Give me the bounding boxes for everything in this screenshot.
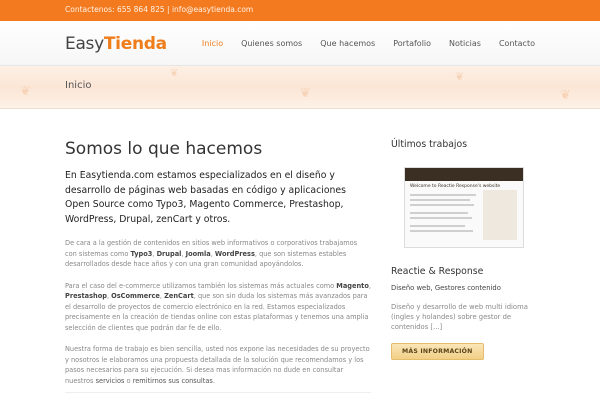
banner-title: Inicio [65, 80, 92, 91]
divider [65, 392, 371, 393]
work-title[interactable]: Reactie & Response [391, 266, 536, 277]
header: EasyTienda Inicio Quienes somos Que hace… [0, 21, 600, 66]
butterfly-icon: ❦ [300, 86, 311, 101]
butterfly-icon: ❦ [170, 68, 179, 79]
thumbnail-text: Welcome to Reactie Response's website [410, 184, 501, 189]
top-bar: Contactenos: 655 864 825 | info@easytien… [0, 0, 600, 21]
nav-item-inicio[interactable]: Inicio [202, 39, 223, 48]
content-column: Somos lo que hacemos En Easytienda.com e… [65, 139, 371, 386]
workflow-paragraph: Nuestra forma de trabajo es bien sencill… [65, 345, 370, 385]
page-banner: ❦ ❦ ❦ ❦ ❦ Inicio [0, 66, 600, 109]
nav-item-quienes-somos[interactable]: Quienes somos [241, 39, 302, 48]
butterfly-icon: ❦ [455, 70, 465, 83]
sidebar-title: Últimos trabajos [391, 139, 468, 150]
nav-item-contacto[interactable]: Contacto [499, 39, 535, 48]
nav-item-que-hacemos[interactable]: Que hacemos [320, 39, 375, 48]
contact-info: Contactenos: 655 864 825 | info@easytien… [65, 5, 254, 14]
logo-part-tienda: Tienda [103, 34, 167, 54]
nav-item-noticias[interactable]: Noticias [449, 39, 481, 48]
main-nav: Inicio Quienes somos Que hacemos Portafo… [184, 39, 535, 48]
work-thumbnail[interactable]: Welcome to Reactie Response's website [404, 167, 524, 248]
more-info-button[interactable]: MÁS INFORMACIÓN [391, 343, 484, 360]
work-description: Diseño y desarrollo de web multi idioma … [391, 303, 528, 331]
butterfly-icon: ❦ [560, 88, 571, 103]
site-logo[interactable]: EasyTienda [65, 34, 167, 54]
thumbnail-header [405, 168, 523, 181]
sidebar: Últimos trabajos Welcome to Reactie Resp… [391, 139, 536, 360]
consultas-link[interactable]: remitirnos sus consultas [133, 377, 213, 385]
nav-item-portafolio[interactable]: Portafolio [393, 39, 431, 48]
thumbnail-sidebar [483, 190, 517, 240]
butterfly-icon: ❦ [20, 84, 31, 99]
ecommerce-paragraph: Para el caso del e-commerce utilizamos t… [65, 281, 371, 332]
servicios-link[interactable]: servicios [96, 377, 125, 385]
work-category: Diseño web, Gestores contenido [391, 284, 501, 292]
logo-part-easy: Easy [65, 34, 104, 54]
page-title: Somos lo que hacemos [65, 139, 263, 159]
cms-paragraph: De cara a la gestión de contenidos en si… [65, 239, 358, 268]
lead-paragraph: En Easytienda.com estamos especializados… [65, 170, 346, 225]
main-area: Somos lo que hacemos En Easytienda.com e… [0, 109, 600, 400]
